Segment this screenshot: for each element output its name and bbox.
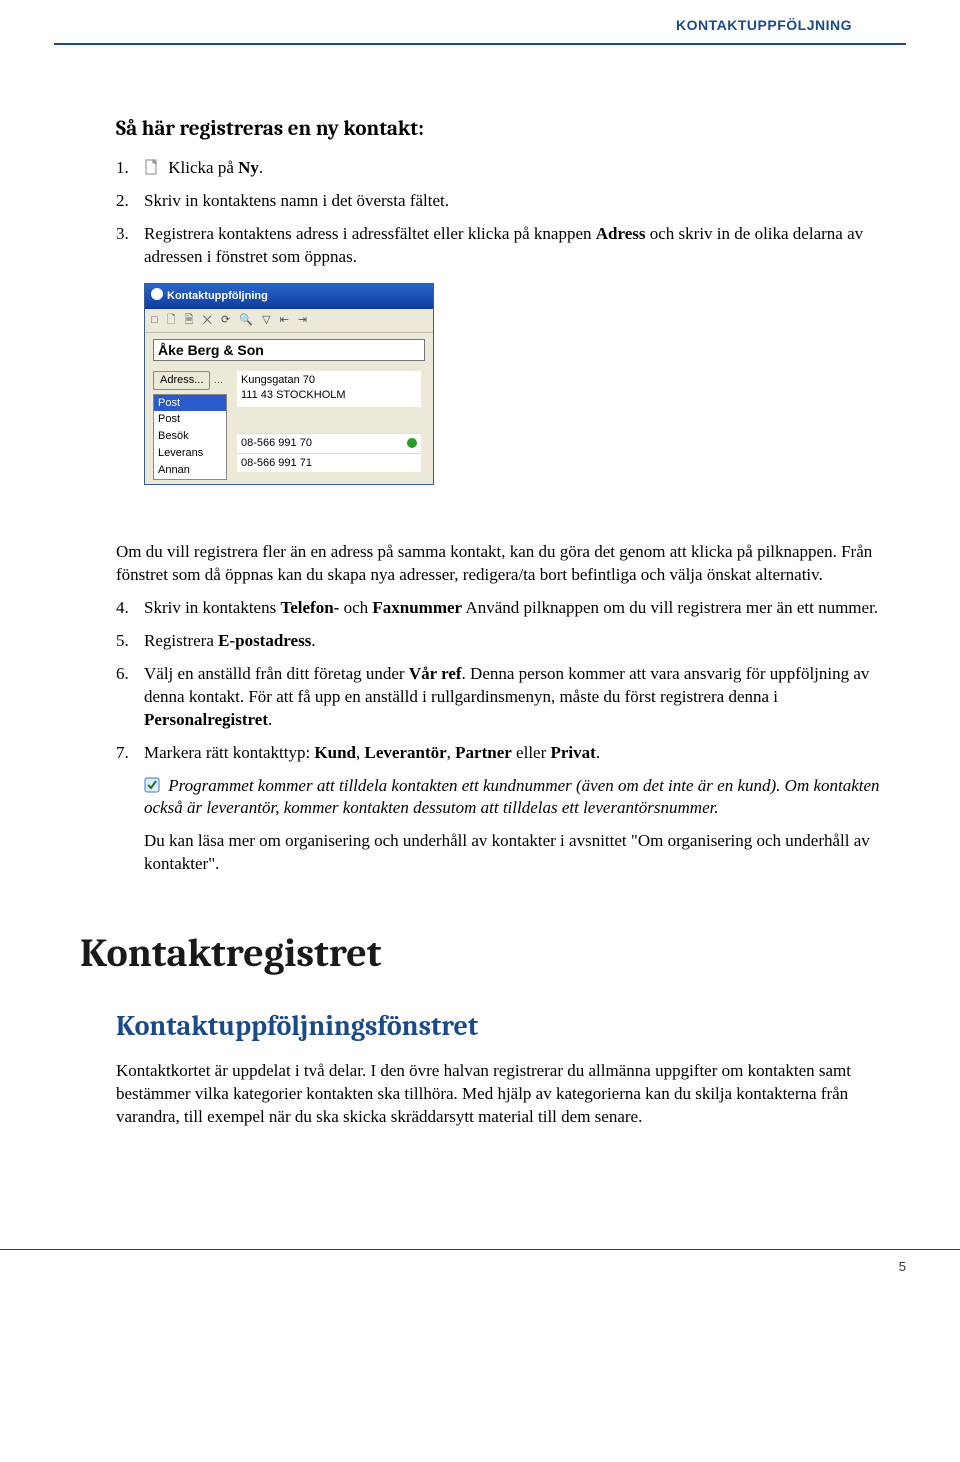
- step-text: Välj en anställd från ditt företag under…: [144, 663, 880, 732]
- app-screenshot: Kontaktuppföljning □ 🗋 🗎 ✕ ⟳ 🔍 ▽ ⇤ ⇥ Adr…: [144, 283, 434, 523]
- step-text: Registrera E-postadress.: [144, 630, 880, 653]
- step-number: 1.: [116, 157, 144, 180]
- t: Registrera: [144, 631, 218, 650]
- step-number: 2.: [116, 190, 144, 213]
- step-text: Klicka på Ny.: [144, 157, 880, 180]
- address-line-2: 111 43 STOCKHOLM: [241, 388, 417, 403]
- t: Skriv in kontaktens: [144, 598, 280, 617]
- step-text-b: Ny: [238, 158, 259, 177]
- step-5: 5. Registrera E-postadress.: [116, 630, 880, 653]
- t: Telefon-: [280, 598, 339, 617]
- step-number: 3.: [116, 223, 144, 269]
- phone-row-1: 08-566 991 70: [237, 433, 421, 453]
- t: Leverantör: [365, 743, 447, 762]
- list-item-post[interactable]: Post: [154, 411, 226, 428]
- t: .: [596, 743, 600, 762]
- page-number: 5: [899, 1259, 906, 1274]
- page-footer: 5: [0, 1249, 960, 1276]
- step-4: 4. Skriv in kontaktens Telefon- och Faxn…: [116, 597, 880, 620]
- steps-list-cont: 4. Skriv in kontaktens Telefon- och Faxn…: [116, 597, 880, 886]
- step-1: 1. Klicka på Ny.: [116, 157, 880, 180]
- step-text: Skriv in kontaktens Telefon- och Faxnumm…: [144, 597, 880, 620]
- page-content: Så här registreras en ny kontakt: 1. Kli…: [0, 45, 960, 1129]
- window-title: Kontaktuppföljning: [167, 290, 268, 302]
- step-number: 6.: [116, 663, 144, 732]
- list-item-annan[interactable]: Annan: [154, 462, 226, 479]
- note-text: Programmet kommer att tilldela kontakten…: [144, 776, 880, 818]
- address-type-list[interactable]: Post Post Besök Leverans Annan: [153, 394, 227, 480]
- status-dot-icon: [407, 438, 417, 448]
- step-2: 2. Skriv in kontaktens namn i det överst…: [116, 190, 880, 213]
- t: Partner: [455, 743, 512, 762]
- t: Faxnummer: [372, 598, 462, 617]
- step-text: Skriv in kontaktens namn i det översta f…: [144, 190, 880, 213]
- note-icon: [144, 777, 160, 793]
- t: Använd pilknappen om du vill registrera …: [462, 598, 878, 617]
- address-button[interactable]: Adress...: [153, 371, 210, 390]
- step-7: 7. Markera rätt kontakttyp: Kund, Levera…: [116, 742, 880, 887]
- step-number: 7.: [116, 742, 144, 887]
- address-left-panel: Adress... … Post Post Besök Leverans Ann…: [145, 367, 233, 484]
- running-title: KONTAKTUPPFÖLJNING: [676, 17, 852, 33]
- step-number: 5.: [116, 630, 144, 653]
- t: Privat: [551, 743, 596, 762]
- heading-kontaktregistret: Kontaktregistret: [80, 926, 880, 980]
- t: Personalregistret: [144, 710, 268, 729]
- t: Markera rätt kontakttyp:: [144, 743, 314, 762]
- new-document-icon: [144, 159, 160, 175]
- name-field-row: [145, 333, 433, 367]
- t: .: [268, 710, 272, 729]
- t: ,: [356, 743, 365, 762]
- steps-heading: Så här registreras en ny kontakt:: [116, 115, 880, 143]
- step-3: 3. Registrera kontaktens adress i adress…: [116, 223, 880, 269]
- list-item-besok[interactable]: Besök: [154, 428, 226, 445]
- step-text-a: Registrera kontaktens adress i adressfäl…: [144, 224, 596, 243]
- t: .: [311, 631, 315, 650]
- t: Välj en anställd från ditt företag under: [144, 664, 409, 683]
- app-window: Kontaktuppföljning □ 🗋 🗎 ✕ ⟳ 🔍 ▽ ⇤ ⇥ Adr…: [144, 283, 434, 485]
- list-item-post-selected[interactable]: Post: [154, 395, 226, 412]
- step-text-a: Klicka på: [168, 158, 238, 177]
- address-line-1: Kungsgatan 70: [241, 373, 417, 388]
- step-text: Markera rätt kontakttyp: Kund, Leverantö…: [144, 742, 880, 887]
- address-right-panel: Kungsgatan 70 111 43 STOCKHOLM 08-566 99…: [233, 367, 425, 484]
- step-number: 4.: [116, 597, 144, 620]
- phone-2-value: 08-566 991 71: [241, 456, 312, 471]
- step-text-b: Adress: [596, 224, 646, 243]
- contact-name-input[interactable]: [153, 339, 425, 361]
- t: och: [339, 598, 372, 617]
- step-text: Registrera kontaktens adress i adressfäl…: [144, 223, 880, 269]
- address-row: Adress... … Post Post Besök Leverans Ann…: [145, 367, 433, 484]
- phone-row-2: 08-566 991 71: [237, 453, 421, 473]
- section2-paragraph: Kontaktkortet är uppdelat i två delar. I…: [116, 1060, 880, 1129]
- t: E-postadress: [218, 631, 311, 650]
- closing-paragraph: Du kan läsa mer om organisering och unde…: [144, 830, 880, 876]
- address-display: Kungsgatan 70 111 43 STOCKHOLM: [237, 371, 421, 407]
- toolbar: □ 🗋 🗎 ✕ ⟳ 🔍 ▽ ⇤ ⇥: [145, 309, 433, 333]
- steps-list: 1. Klicka på Ny. 2. Skriv in kontaktens …: [116, 157, 880, 269]
- note-block: Programmet kommer att tilldela kontakten…: [144, 775, 880, 821]
- window-titlebar: Kontaktuppföljning: [145, 284, 433, 309]
- step-text-c: .: [259, 158, 263, 177]
- t: Vår ref: [409, 664, 462, 683]
- t: ,: [447, 743, 456, 762]
- t: Kund: [314, 743, 356, 762]
- app-icon: [151, 288, 163, 300]
- phone-1-value: 08-566 991 70: [241, 436, 312, 451]
- t: eller: [512, 743, 551, 762]
- list-item-leverans[interactable]: Leverans: [154, 445, 226, 462]
- page-header: KONTAKTUPPFÖLJNING: [54, 0, 906, 45]
- heading-kontaktuppfoljningsfonstret: Kontaktuppföljningsfönstret: [116, 1008, 880, 1046]
- chevron-down-icon[interactable]: …: [213, 375, 223, 386]
- step-6: 6. Välj en anställd från ditt företag un…: [116, 663, 880, 732]
- section-steps: Så här registreras en ny kontakt: 1. Kli…: [80, 115, 880, 886]
- paragraph-after-image: Om du vill registrera fler än en adress …: [116, 541, 880, 587]
- section-kontaktuppfoljning: Kontaktuppföljningsfönstret Kontaktkorte…: [80, 1008, 880, 1129]
